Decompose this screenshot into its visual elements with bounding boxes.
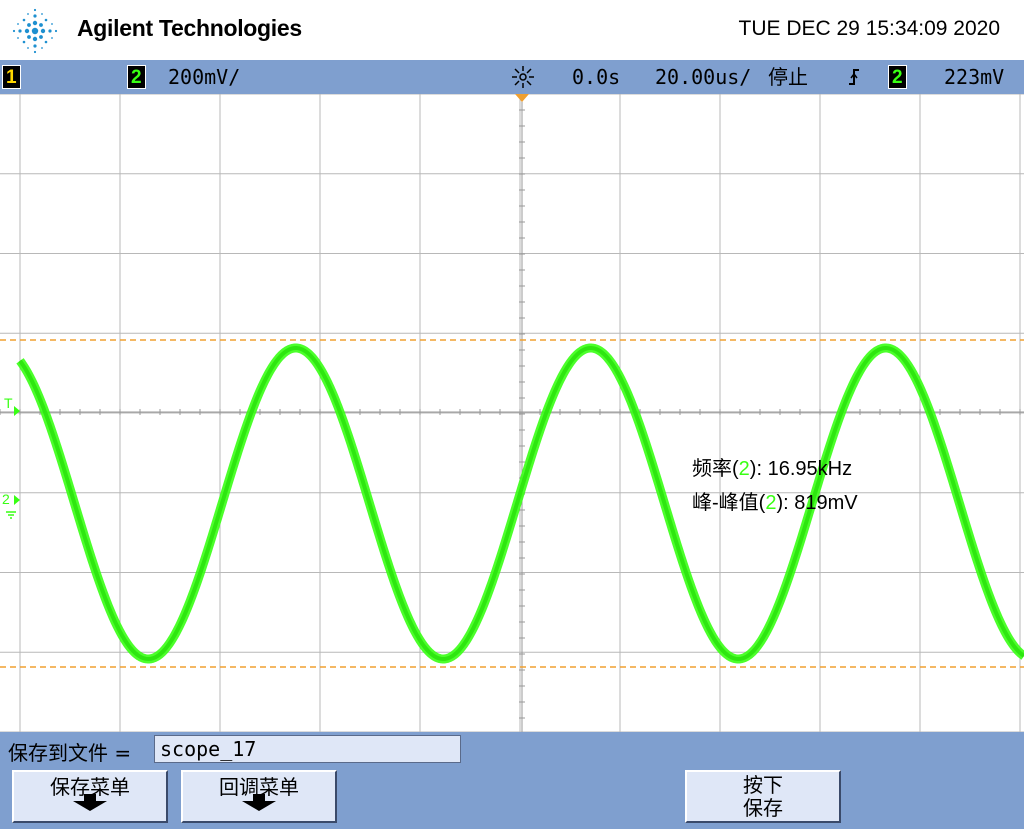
agilent-spark-logo-icon [12,8,58,54]
acquisition-icon [510,60,536,94]
recall-menu-softkey[interactable]: 回调菜单 [181,770,337,823]
brand-name: Agilent Technologies [77,15,302,41]
run-state: 停止 [768,65,808,89]
save-to-file-label: 保存到文件 = [8,741,132,765]
trigger-level-marker: T [4,395,13,411]
press-to-save-softkey[interactable]: 按下 保存 [685,770,841,823]
trigger-position-marker [515,94,529,102]
peak-to-peak-measurement: 峰-峰值(2): 819mV [692,492,858,514]
trigger-level-arrow [14,406,20,416]
waveform-display[interactable]: 频率(2): 16.95kHz 峰-峰值(2): 819mV T 2 [0,94,1024,732]
channel-2-badge[interactable]: 2 [127,65,146,89]
trigger-source-badge[interactable]: 2 [888,65,907,89]
date-time: TUE DEC 29 15:34:09 2020 [738,17,1001,40]
top-bar: Agilent Technologies TUE DEC 29 15:34:09… [0,0,1024,60]
down-arrow-icon [242,794,276,811]
trigger-edge-icon [846,60,862,94]
softkey-bar: 保存到文件 = scope_17 保存菜单 回调菜单 按下 保存 [0,732,1024,829]
down-arrow-icon [73,794,107,811]
channel-1-badge[interactable]: 1 [2,65,21,89]
ground-symbol-icon [6,511,16,519]
channel-2-arrow [14,495,20,505]
channel-2-scale: 200mV/ [168,65,241,89]
filename-field[interactable]: scope_17 [154,735,461,763]
graticule [0,94,1024,732]
frequency-measurement: 频率(2): 16.95kHz [692,458,853,480]
status-bar: 1 2 200mV/ 0.0s 20.00us/ 停止 2 223mV [0,60,1024,94]
save-menu-softkey[interactable]: 保存菜单 [12,770,168,823]
trigger-level: 223mV [944,65,1005,89]
timebase: 20.00us/ [655,65,752,89]
channel-2-ground-marker: 2 [2,491,10,507]
trigger-delay: 0.0s [572,65,621,89]
